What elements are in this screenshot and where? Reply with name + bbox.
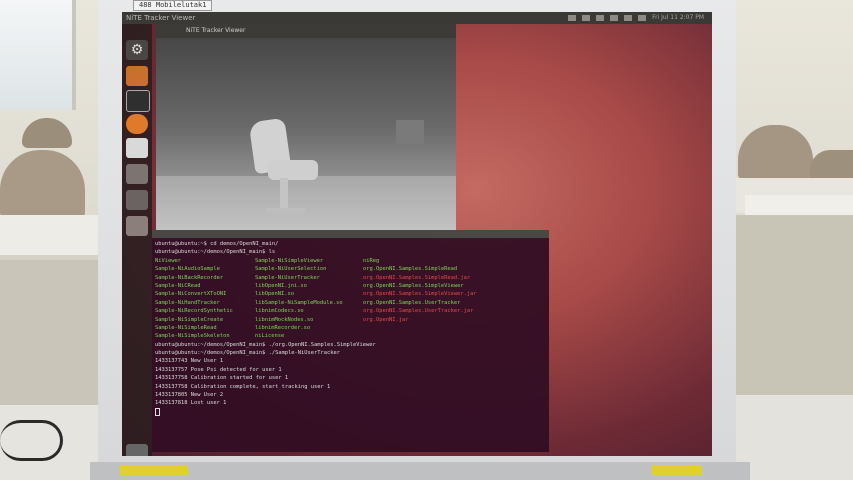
sticker <box>120 465 188 475</box>
terminal-line: ubuntu@ubuntu:~/demos/OpenNI_main$ ./org… <box>155 341 376 348</box>
document-icon[interactable] <box>126 138 148 158</box>
dash-home-icon[interactable]: ⚙ <box>126 40 148 60</box>
ls-entry: Sample-NiBackRecorder <box>155 274 224 281</box>
app-icon[interactable] <box>126 190 148 210</box>
sticker <box>652 465 702 475</box>
viewer-titlebar[interactable]: NiTE Tracker Viewer <box>156 24 456 38</box>
terminal-line: 1433137818 Lost user 1 <box>155 400 227 407</box>
viewer-title: NiTE Tracker Viewer <box>186 27 246 34</box>
desk <box>0 215 110 255</box>
active-window-title: NiTE Tracker Viewer <box>126 14 196 22</box>
ls-entry: Sample-NiSimpleRead <box>155 324 217 331</box>
network-icon[interactable] <box>582 15 591 21</box>
terminal-line: 1433137757 Pose Psi detected for user 1 <box>155 366 282 373</box>
ls-entry: org.OpenNI.Samples.SimpleRead.jar <box>363 274 471 281</box>
laptop-screen: NiTE Tracker Viewer Fri Jul 11 2:07 PM ⚙… <box>122 12 712 456</box>
battery-icon[interactable] <box>624 15 633 21</box>
ls-entry: Sample-NiAudioSample <box>155 266 220 273</box>
cable <box>0 420 63 461</box>
top-panel: NiTE Tracker Viewer Fri Jul 11 2:07 PM <box>122 12 712 24</box>
asset-label: 488 Mobilelutak1 <box>133 0 213 11</box>
mail-icon[interactable] <box>610 15 619 21</box>
bluetooth-icon[interactable] <box>596 15 605 21</box>
volume-icon[interactable] <box>638 15 647 21</box>
terminal-line: 1433137743 New User 1 <box>155 358 224 365</box>
ls-entry: org.OpenNI.Samples.SimpleRead <box>363 266 458 273</box>
ls-entry: Sample-NiConvertXToONI <box>155 291 227 298</box>
ls-entry: libnimRecorder.so <box>255 324 311 331</box>
ls-entry <box>363 332 513 340</box>
terminal-window[interactable]: ubuntu@ubuntu:~$ cd demos/OpenNI_main/ub… <box>152 230 549 452</box>
ls-entry: Sample-NiUserSelection <box>255 266 327 273</box>
ls-entry: libnimMockNodes.so <box>255 316 314 323</box>
ls-entry: Sample-NiRecordSynthetic <box>155 308 233 315</box>
chair-depth <box>266 208 306 213</box>
cabinet <box>0 260 100 410</box>
window <box>0 0 76 110</box>
laptop-base <box>90 462 750 480</box>
terminal-line: 1433137758 Calibration started for user … <box>155 375 289 382</box>
tracker-viewer-window[interactable]: NiTE Tracker Viewer <box>156 24 456 238</box>
ls-entry: Sample-NiUserTracker <box>255 274 320 281</box>
ls-entry: libOpenNI.so <box>255 291 294 298</box>
depth-image <box>156 38 456 238</box>
ls-entry: libnimCodecs.so <box>255 308 304 315</box>
ls-entry: Sample-NiCRead <box>155 282 201 289</box>
terminal-line: ubuntu@ubuntu:~/demos/OpenNI_main$ ls <box>155 249 276 256</box>
files-icon[interactable] <box>126 66 148 86</box>
ls-entry: org.OpenNI.Samples.UserTracker.jar <box>363 308 474 315</box>
launcher: ⚙ <box>122 24 152 456</box>
terminal-line: ubuntu@ubuntu:~$ cd demos/OpenNI_main/ <box>155 241 279 247</box>
trash-icon[interactable] <box>126 444 148 456</box>
ls-entry: niLicense <box>255 333 285 340</box>
terminal-line: ubuntu@ubuntu:~/demos/OpenNI_main$ ./Sam… <box>155 350 340 357</box>
ls-entry: Sample-NiSimpleCreate <box>155 316 224 323</box>
ls-entry: org.OpenNI.Samples.UserTracker <box>363 299 461 306</box>
terminal-line: 1433137805 New User 2 <box>155 392 224 399</box>
terminal-output: ubuntu@ubuntu:~$ cd demos/OpenNI_main/ub… <box>155 240 513 416</box>
terminal-prompt[interactable] <box>155 407 513 416</box>
ls-listing: NiViewer Sample-NiSimpleViewer niReg Sample… <box>155 257 513 341</box>
app-icon[interactable] <box>126 164 148 184</box>
ls-entry: Sample-NiSimpleViewer <box>255 257 324 264</box>
ls-entry: Sample-NiHandTracker <box>155 299 220 306</box>
system-tray: Fri Jul 11 2:07 PM <box>568 12 704 21</box>
firefox-icon[interactable] <box>126 114 148 134</box>
app-icon[interactable] <box>126 216 148 236</box>
ls-entry: NiViewer <box>155 257 181 264</box>
chair-depth <box>280 178 288 210</box>
keyboard-icon[interactable] <box>568 15 577 21</box>
clock[interactable]: Fri Jul 11 2:07 PM <box>652 12 704 21</box>
wall-depth <box>396 120 424 144</box>
cursor <box>155 407 160 416</box>
ls-entry: org.OpenNI.jar <box>363 316 409 323</box>
ls-entry: libSample-NiSampleModule.so <box>255 299 343 306</box>
ls-entry: Sample-NiSimpleSkeleton <box>155 333 230 340</box>
floor-depth <box>156 176 456 238</box>
ls-entry: org.OpenNI.Samples.SimpleViewer <box>363 282 464 289</box>
ls-entry: org.OpenNI.Samples.SimpleViewer.jar <box>363 291 477 298</box>
desk <box>745 195 853 217</box>
ls-entry <box>363 324 513 332</box>
cabinet <box>735 215 853 400</box>
chair-depth <box>268 160 318 180</box>
terminal-line: 1433137758 Calibration complete, start t… <box>155 383 331 390</box>
ls-entry: niReg <box>363 257 380 264</box>
ls-entry: libOpenNI.jni.so <box>255 282 307 289</box>
chair <box>0 150 85 220</box>
terminal-icon[interactable] <box>126 90 150 112</box>
